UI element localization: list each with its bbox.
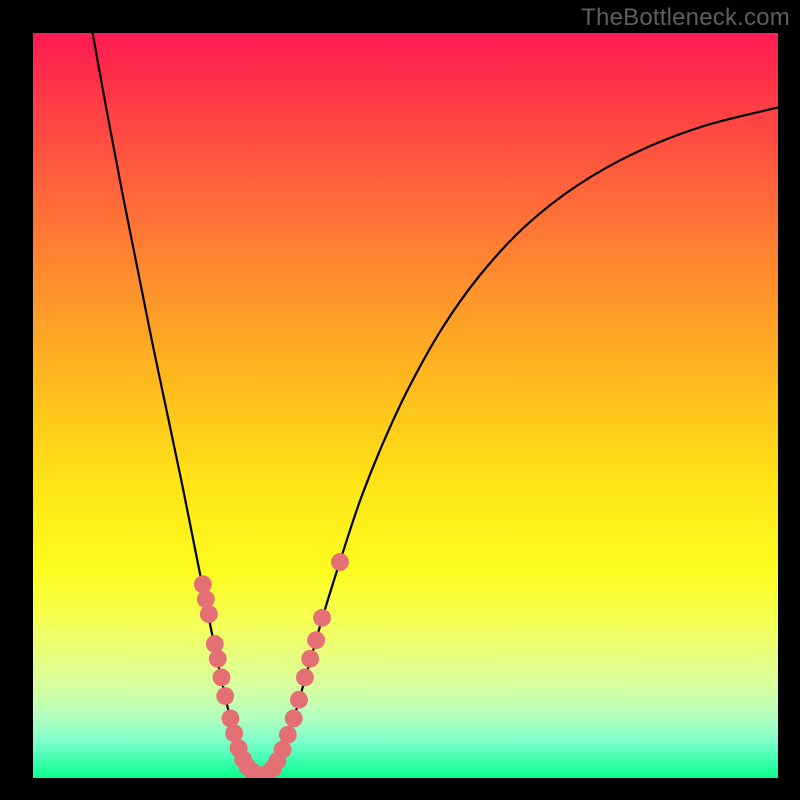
data-marker	[213, 668, 231, 686]
watermark-text: TheBottleneck.com	[581, 4, 790, 32]
data-marker	[285, 709, 303, 727]
chart-svg	[33, 33, 778, 778]
data-marker	[216, 687, 234, 705]
data-marker	[206, 635, 224, 653]
plot-area	[33, 33, 778, 778]
data-marker	[194, 575, 212, 593]
data-markers	[194, 553, 349, 778]
chart-frame: TheBottleneck.com	[0, 0, 800, 800]
data-marker	[290, 691, 308, 709]
data-marker	[200, 605, 218, 623]
data-marker	[209, 650, 227, 668]
data-marker	[197, 590, 215, 608]
data-marker	[296, 668, 314, 686]
data-marker	[313, 609, 331, 627]
bottleneck-curve	[93, 33, 778, 776]
data-marker	[307, 631, 325, 649]
data-marker	[301, 650, 319, 668]
data-marker	[331, 553, 349, 571]
data-marker	[279, 726, 297, 744]
data-marker	[221, 709, 239, 727]
